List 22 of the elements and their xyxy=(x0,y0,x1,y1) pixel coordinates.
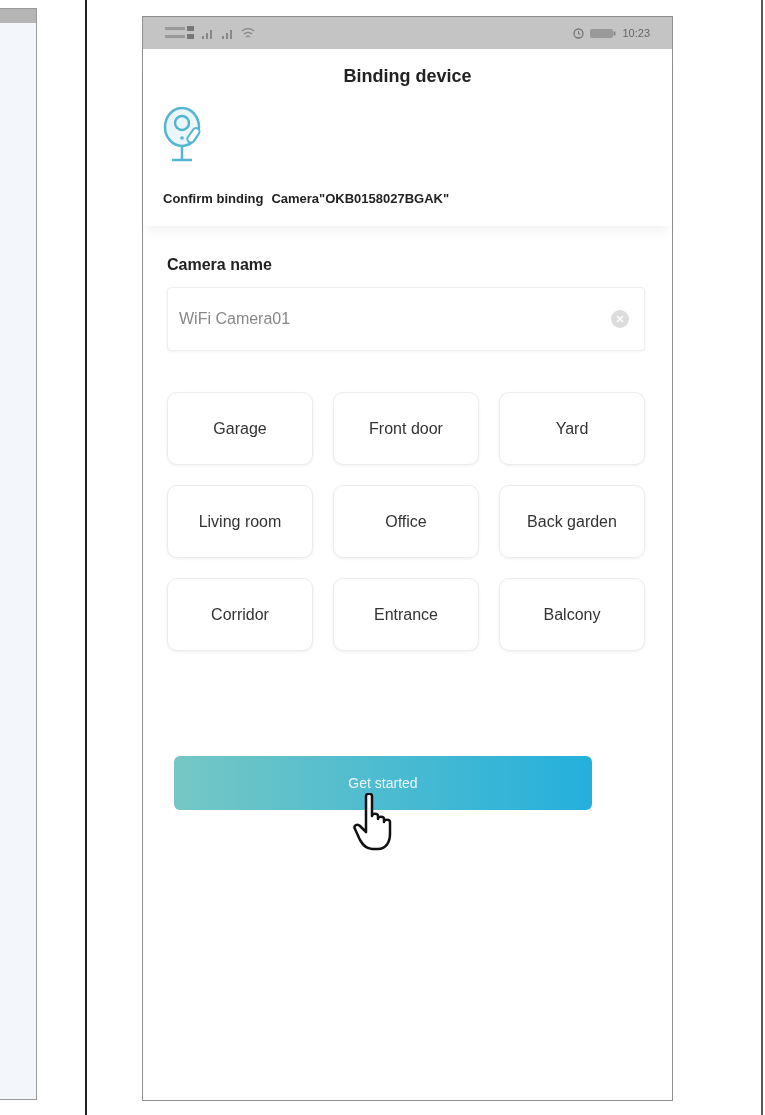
name-tag[interactable]: Garage xyxy=(167,392,313,465)
name-field[interactable]: WiFi Camera01 xyxy=(167,287,645,351)
name-tag[interactable]: Living room xyxy=(167,485,313,558)
wifi-icon xyxy=(241,27,255,39)
name-tag[interactable]: Corridor xyxy=(167,578,313,651)
screen-title: Binding device xyxy=(342,66,473,87)
name-tag[interactable]: Balcony xyxy=(499,578,645,651)
confirm-label: Confirm binding xyxy=(163,191,264,206)
name-tag[interactable]: Back garden xyxy=(499,485,645,558)
signal-icon xyxy=(201,27,215,39)
alarm-icon xyxy=(573,27,585,39)
status-time: 10:23 xyxy=(622,27,650,39)
field-label: Camera name xyxy=(167,256,273,274)
name-tag[interactable]: Yard xyxy=(499,392,645,465)
battery-icon xyxy=(590,27,617,39)
signal-icon xyxy=(221,27,235,39)
name-tag[interactable]: Entrance xyxy=(333,578,479,651)
clear-icon[interactable] xyxy=(611,310,629,328)
name-tag[interactable]: Front door xyxy=(333,392,479,465)
name-tag[interactable]: Office xyxy=(333,485,479,558)
carrier-icon xyxy=(165,25,195,41)
device-id: Camera"OKB0158027BGAK" xyxy=(271,191,450,206)
